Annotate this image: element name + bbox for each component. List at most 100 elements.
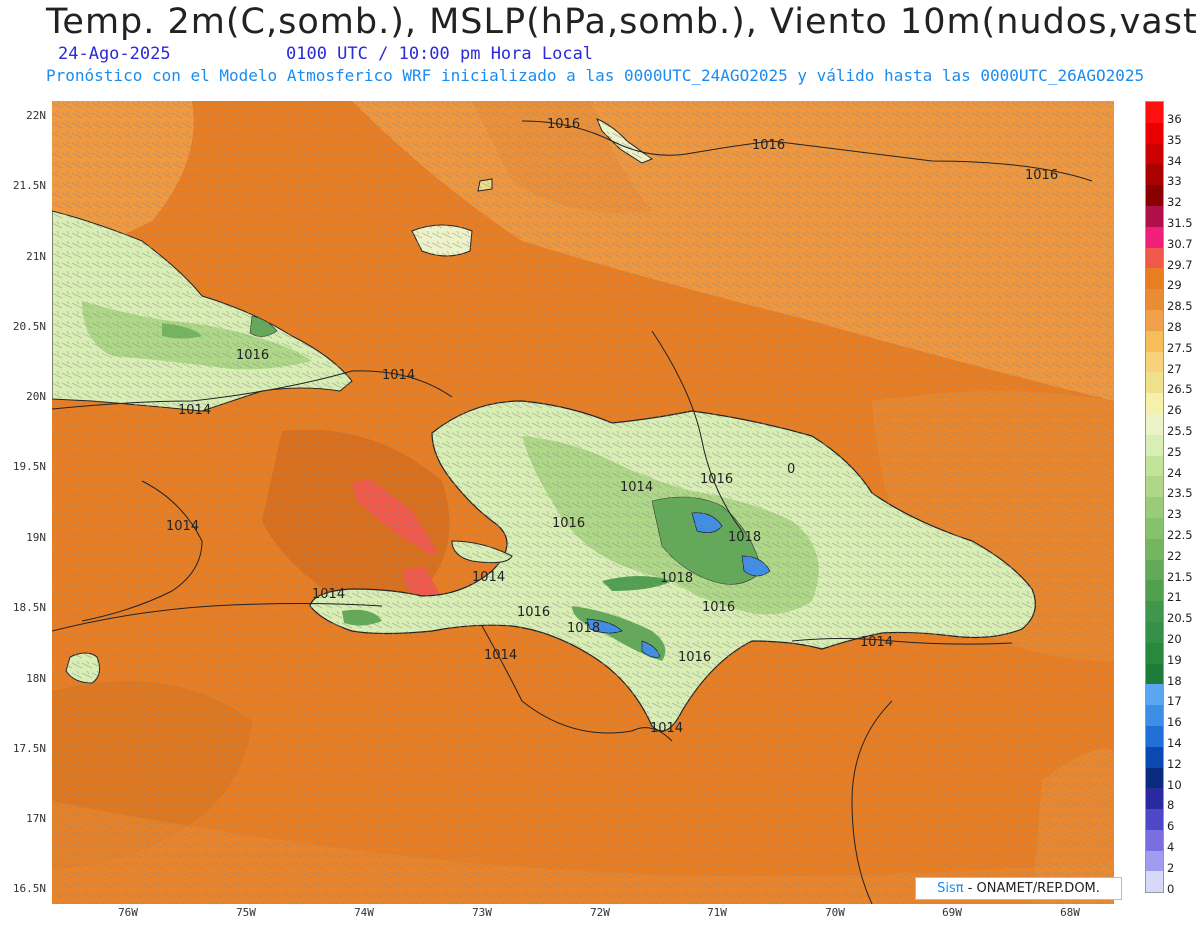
- colorbar-swatch: [1146, 871, 1163, 893]
- colorbar-label: 20: [1167, 632, 1182, 646]
- colorbar-label: 28.5: [1167, 299, 1193, 314]
- lat-label: 16.5N: [12, 882, 46, 895]
- colorbar-swatch: [1146, 517, 1163, 539]
- lat-label: 17N: [26, 812, 46, 825]
- colorbar-swatch: [1146, 705, 1163, 726]
- colorbar-swatch: [1146, 538, 1163, 560]
- colorbar-swatch: [1146, 330, 1163, 352]
- isobar-label: 1016: [752, 138, 785, 153]
- colorbar-swatch: [1146, 684, 1163, 706]
- colorbar-label: 26: [1167, 403, 1182, 418]
- isobar-label: 1014: [178, 403, 211, 418]
- lon-label: 76W: [118, 906, 138, 919]
- colorbar-label: 23: [1167, 507, 1182, 522]
- colorbar-swatch: [1146, 205, 1163, 227]
- lon-label: 72W: [590, 906, 610, 919]
- colorbar-label: 25: [1167, 444, 1182, 459]
- colorbar-label: 10: [1167, 777, 1182, 792]
- colorbar-label: 31.5: [1167, 216, 1193, 230]
- colorbar-label: 14: [1167, 736, 1182, 750]
- colorbar-label: 35: [1167, 132, 1182, 147]
- lat-label: 19.5N: [12, 460, 46, 473]
- isobar-label: 1018: [660, 571, 693, 586]
- weather-map[interactable]: 1016 1016 1016 1016 1014 1014 1014 1016 …: [52, 101, 1114, 904]
- colorbar-label: 29.7: [1167, 257, 1193, 272]
- colorbar-swatch: [1146, 725, 1163, 747]
- lat-label: 20.5N: [12, 320, 46, 333]
- colorbar-label: 16: [1167, 715, 1182, 730]
- isobar-label: 1016: [517, 605, 550, 620]
- lon-label: 74W: [354, 906, 374, 919]
- lat-label: 19N: [26, 531, 46, 544]
- colorbar-label: 4: [1167, 840, 1175, 854]
- colorbar-label: 26.5: [1167, 382, 1193, 397]
- lon-label: 69W: [942, 906, 962, 919]
- model-run-info: Pronóstico con el Modelo Atmosferico WRF…: [46, 66, 1145, 85]
- colorbar-swatch: [1146, 788, 1163, 810]
- colorbar-swatch: [1146, 829, 1163, 851]
- colorbar-label: 12: [1167, 756, 1182, 771]
- colorbar-swatch: [1146, 102, 1163, 123]
- colorbar-swatch: [1146, 164, 1163, 186]
- colorbar-swatch: [1146, 476, 1163, 498]
- colorbar-label: 21.5: [1167, 569, 1193, 584]
- colorbar-label: 33: [1167, 174, 1182, 189]
- lat-label: 21.5N: [12, 179, 46, 192]
- colorbar-swatch: [1146, 850, 1163, 872]
- colorbar-swatch: [1146, 601, 1163, 622]
- colorbar-swatch: [1146, 268, 1163, 290]
- colorbar-swatch: [1146, 226, 1163, 248]
- lat-label: 18.5N: [12, 601, 46, 614]
- map-canvas: 1016 1016 1016 1016 1014 1014 1014 1016 …: [52, 101, 1114, 904]
- colorbar-swatch: [1146, 580, 1163, 602]
- colorbar-label: 34: [1167, 153, 1182, 168]
- lon-label: 71W: [707, 906, 727, 919]
- isobar-label: 1018: [728, 530, 761, 545]
- colorbar-swatch: [1146, 434, 1163, 456]
- lat-label: 18N: [26, 672, 46, 685]
- lat-label: 22N: [26, 109, 46, 122]
- colorbar-swatch: [1146, 372, 1163, 394]
- isobar-label: 1016: [547, 117, 580, 132]
- colorbar-swatch: [1146, 289, 1163, 310]
- colorbar-label: 2: [1167, 860, 1175, 875]
- isobar-label: 1014: [620, 480, 653, 495]
- colorbar-swatch: [1146, 122, 1163, 144]
- temperature-colorbar: [1145, 101, 1164, 894]
- lon-label: 68W: [1060, 906, 1080, 919]
- isobar-label: 1016: [702, 600, 735, 615]
- colorbar-label: 29: [1167, 278, 1182, 293]
- colorbar-swatch: [1146, 393, 1163, 414]
- lon-label: 75W: [236, 906, 256, 919]
- colorbar-swatch: [1146, 746, 1163, 768]
- colorbar-label: 27.5: [1167, 340, 1193, 355]
- colorbar-label: 17: [1167, 694, 1182, 709]
- lat-label: 20N: [26, 390, 46, 403]
- colorbar-label: 8: [1167, 798, 1175, 813]
- colorbar-label: 20.5: [1167, 611, 1193, 626]
- isobar-label: 1014: [650, 721, 683, 736]
- colorbar-label: 23.5: [1167, 486, 1193, 501]
- colorbar-label: 0: [1167, 881, 1175, 896]
- colorbar-swatch: [1146, 351, 1163, 373]
- colorbar-label: 25.5: [1167, 424, 1193, 438]
- colorbar-swatch: [1146, 642, 1163, 664]
- colorbar-swatch: [1146, 185, 1163, 206]
- isobar-label: 1014: [472, 570, 505, 585]
- colorbar-swatch: [1146, 497, 1163, 518]
- forecast-time: 0100 UTC / 10:00 pm Hora Local: [286, 44, 594, 64]
- colorbar-swatch: [1146, 809, 1163, 830]
- isobar-label: 1014: [166, 519, 199, 534]
- colorbar-label: 6: [1167, 819, 1175, 834]
- isobar-label: 1016: [678, 650, 711, 665]
- sistpi-logo: Sisπ: [937, 881, 964, 896]
- credit-box: Sisπ - ONAMET/REP.DOM.: [915, 877, 1122, 900]
- colorbar-swatch: [1146, 143, 1163, 165]
- lat-label: 21N: [26, 250, 46, 263]
- colorbar-swatch: [1146, 455, 1163, 477]
- colorbar-label: 22: [1167, 548, 1182, 563]
- lon-label: 73W: [472, 906, 492, 919]
- colorbar-label: 22.5: [1167, 528, 1193, 542]
- isobar-label: 1014: [312, 587, 345, 602]
- colorbar-swatch: [1146, 621, 1163, 643]
